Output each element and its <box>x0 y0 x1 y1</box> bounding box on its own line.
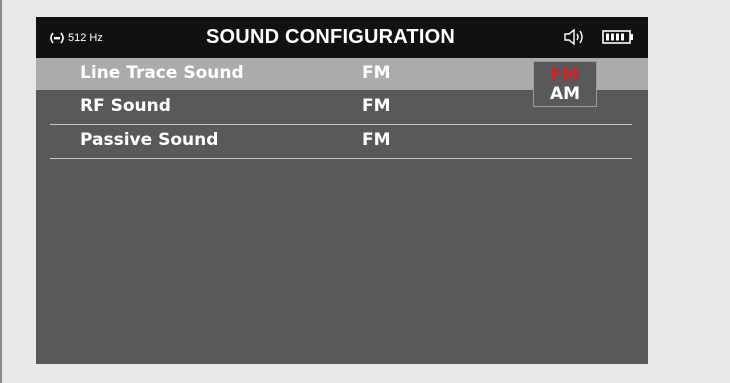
setting-value: FM <box>362 130 391 150</box>
speaker-icon <box>564 28 583 46</box>
setting-value: FM <box>362 96 391 116</box>
page-title: SOUND CONFIGURATION <box>206 26 455 48</box>
signal-icon <box>50 32 64 44</box>
dropdown-option-am[interactable]: AM <box>534 84 596 104</box>
setting-label: Line Trace Sound <box>80 63 244 83</box>
device-frame-edge <box>0 0 2 383</box>
sound-mode-dropdown[interactable]: FM AM <box>533 61 597 107</box>
dropdown-option-fm[interactable]: FM <box>534 66 596 86</box>
battery-icon <box>602 30 633 44</box>
frequency-indicator: 512 Hz <box>49 30 103 46</box>
frequency-text: 512 Hz <box>68 32 103 44</box>
setting-label: Passive Sound <box>80 130 219 150</box>
setting-row-passive-sound[interactable]: Passive Sound FM <box>50 125 632 157</box>
status-bar: 512 Hz SOUND CONFIGURATION <box>36 17 648 58</box>
setting-value: FM <box>362 63 391 83</box>
device-screen: 512 Hz SOUND CONFIGURATION Line Trace So… <box>36 17 648 364</box>
setting-label: RF Sound <box>80 96 171 116</box>
row-divider <box>50 158 632 159</box>
